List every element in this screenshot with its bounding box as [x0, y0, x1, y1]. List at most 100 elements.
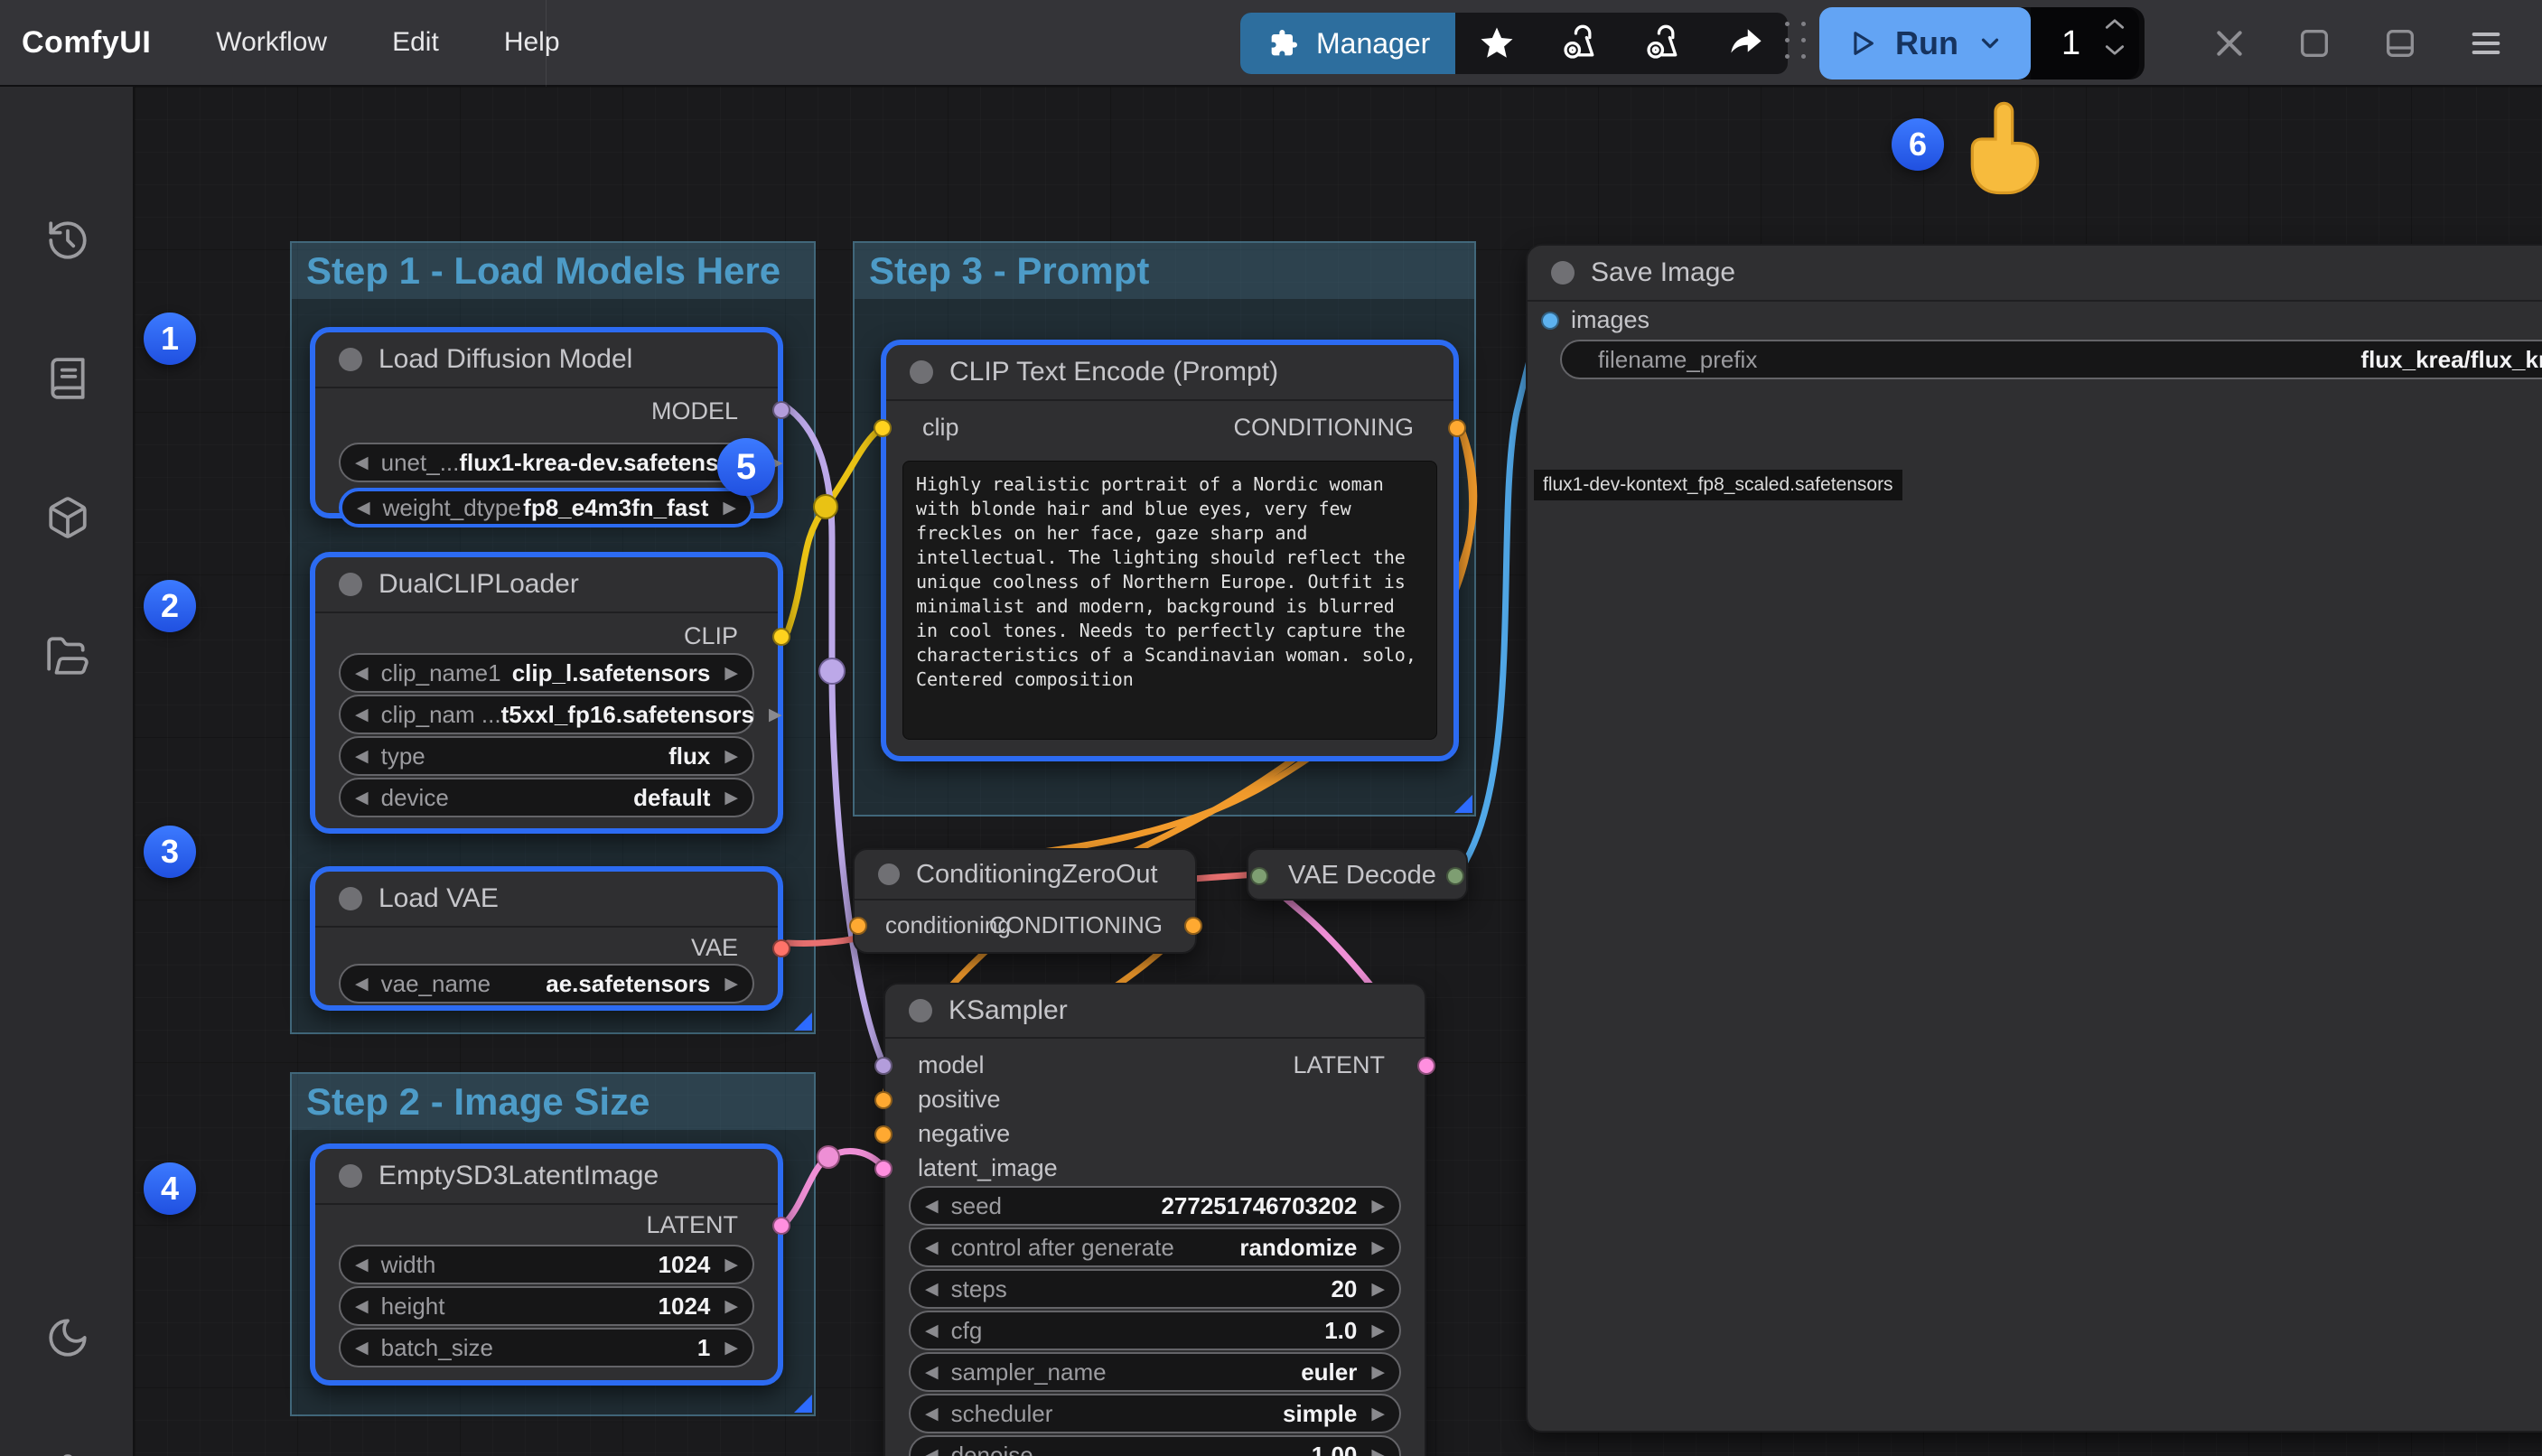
group-step2-header[interactable]: Step 2 - Image Size: [292, 1074, 814, 1130]
increment-arrow-icon[interactable]: ▶: [1371, 1362, 1385, 1383]
input-slot-images[interactable]: [1541, 312, 1559, 330]
decrement-arrow-icon[interactable]: ◀: [357, 498, 370, 518]
widget-seed[interactable]: ◀ seed 277251746703202 ▶: [909, 1186, 1401, 1226]
chevron-down-icon[interactable]: [2103, 43, 2126, 58]
increment-arrow-icon[interactable]: ▶: [723, 498, 736, 518]
decrement-arrow-icon[interactable]: ◀: [925, 1196, 939, 1217]
decrement-arrow-icon[interactable]: ◀: [925, 1279, 939, 1300]
node-save-image[interactable]: Save Image images filename_prefix flux_k…: [1526, 244, 2542, 1433]
sidebar-item-node-library[interactable]: [45, 356, 90, 401]
widget-width[interactable]: ◀ width 1024 ▶: [339, 1245, 754, 1284]
collapse-dot-icon[interactable]: [910, 360, 933, 384]
input-slot-conditioning[interactable]: [849, 917, 867, 935]
clear-workflow-button[interactable]: [1538, 13, 1621, 74]
increment-arrow-icon[interactable]: ▶: [724, 663, 738, 684]
node-title-bar[interactable]: Load Diffusion Model: [315, 332, 778, 388]
collapse-dot-icon[interactable]: [339, 887, 362, 910]
node-conditioning-zero-out[interactable]: ConditioningZeroOut conditioning CONDITI…: [853, 848, 1197, 954]
widget-device[interactable]: ◀ device default ▶: [339, 778, 754, 817]
output-slot-clip[interactable]: [772, 628, 790, 646]
widget-denoise[interactable]: ◀ denoise 1.00 ▶: [909, 1435, 1401, 1456]
node-title-bar[interactable]: ConditioningZeroOut: [855, 850, 1195, 901]
output-slot-conditioning[interactable]: [1184, 917, 1202, 935]
widget-sampler-name[interactable]: ◀ sampler_name euler ▶: [909, 1352, 1401, 1392]
node-clip-text-encode[interactable]: CLIP Text Encode (Prompt) clip CONDITION…: [881, 340, 1459, 761]
node-title-bar[interactable]: Load VAE: [315, 872, 778, 928]
widget-cfg[interactable]: ◀ cfg 1.0 ▶: [909, 1311, 1401, 1350]
output-slot-conditioning[interactable]: [1448, 419, 1466, 437]
increment-arrow-icon[interactable]: ▶: [1371, 1404, 1385, 1424]
menu-help[interactable]: Help: [504, 27, 560, 58]
increment-arrow-icon[interactable]: ▶: [769, 705, 782, 725]
group-step1-header[interactable]: Step 1 - Load Models Here: [292, 243, 814, 299]
share-button[interactable]: [1705, 13, 1788, 74]
decrement-arrow-icon[interactable]: ◀: [355, 1296, 369, 1317]
chevron-up-icon[interactable]: [2103, 16, 2126, 31]
decrement-arrow-icon[interactable]: ◀: [355, 453, 369, 473]
increment-arrow-icon[interactable]: ▶: [1371, 1237, 1385, 1258]
increment-arrow-icon[interactable]: ▶: [1371, 1196, 1385, 1217]
input-slot-model[interactable]: [874, 1057, 893, 1075]
input-slot-latent-image[interactable]: [874, 1160, 893, 1178]
input-slot-positive[interactable]: [874, 1091, 893, 1109]
input-slot-negative[interactable]: [874, 1125, 893, 1143]
widget-scheduler[interactable]: ◀ scheduler simple ▶: [909, 1394, 1401, 1433]
collapse-dot-icon[interactable]: [878, 863, 900, 885]
sidebar-item-settings[interactable]: [45, 1452, 90, 1456]
run-button[interactable]: Run: [1819, 7, 2031, 79]
node-graph-canvas[interactable]: Step 1 - Load Models Here Step 2 - Image…: [135, 87, 2542, 1456]
node-load-diffusion-model[interactable]: Load Diffusion Model MODEL ◀ unet_... fl…: [310, 327, 783, 518]
widget-unet-name[interactable]: ◀ unet_... flux1-krea-dev.safetensors ▶: [339, 443, 754, 482]
node-vae-decode[interactable]: VAE Decode: [1247, 848, 1468, 901]
queue-count-stepper[interactable]: 1: [2031, 7, 2139, 79]
widget-vae-name[interactable]: ◀ vae_name ae.safetensors ▶: [339, 964, 754, 1003]
increment-arrow-icon[interactable]: ▶: [724, 788, 738, 808]
increment-arrow-icon[interactable]: ▶: [724, 1338, 738, 1358]
increment-arrow-icon[interactable]: ▶: [1371, 1445, 1385, 1456]
decrement-arrow-icon[interactable]: ◀: [355, 746, 369, 767]
decrement-arrow-icon[interactable]: ◀: [355, 663, 369, 684]
decrement-arrow-icon[interactable]: ◀: [355, 705, 369, 725]
node-load-vae[interactable]: Load VAE VAE ◀ vae_name ae.safetensors ▶: [310, 866, 783, 1011]
output-slot-latent[interactable]: [1417, 1057, 1435, 1075]
decrement-arrow-icon[interactable]: ◀: [925, 1404, 939, 1424]
toolbar-drag-handle[interactable]: [1785, 22, 1812, 65]
group-resize-handle[interactable]: [794, 1013, 812, 1031]
sidebar-item-history[interactable]: [45, 218, 90, 263]
increment-arrow-icon[interactable]: ▶: [724, 746, 738, 767]
node-title-bar[interactable]: CLIP Text Encode (Prompt): [886, 345, 1453, 401]
favorites-button[interactable]: [1455, 13, 1538, 74]
group-step3-header[interactable]: Step 3 - Prompt: [855, 243, 1474, 299]
collapse-dot-icon[interactable]: [1551, 261, 1575, 285]
node-title-bar[interactable]: DualCLIPLoader: [315, 557, 778, 613]
decrement-arrow-icon[interactable]: ◀: [355, 974, 369, 994]
sidebar-item-theme-toggle[interactable]: [45, 1315, 90, 1360]
sidebar-item-workflows[interactable]: [45, 633, 90, 678]
collapse-dot-icon[interactable]: [339, 573, 362, 596]
focus-mode-button[interactable]: [2293, 22, 2336, 65]
widget-filename-prefix[interactable]: filename_prefix flux_krea/flux_krea: [1560, 340, 2542, 379]
increment-arrow-icon[interactable]: ▶: [1371, 1321, 1385, 1341]
decrement-arrow-icon[interactable]: ◀: [355, 788, 369, 808]
decrement-arrow-icon[interactable]: ◀: [355, 1255, 369, 1275]
increment-arrow-icon[interactable]: ▶: [1371, 1279, 1385, 1300]
prompt-textarea[interactable]: Highly realistic portrait of a Nordic wo…: [902, 461, 1437, 740]
group-resize-handle[interactable]: [794, 1395, 812, 1413]
menu-workflow[interactable]: Workflow: [216, 27, 327, 58]
output-slot-vae[interactable]: [772, 939, 790, 957]
menu-edit[interactable]: Edit: [392, 27, 439, 58]
widget-height[interactable]: ◀ height 1024 ▶: [339, 1286, 754, 1326]
node-dual-clip-loader[interactable]: DualCLIPLoader CLIP ◀ clip_name1 clip_l.…: [310, 552, 783, 834]
input-slot[interactable]: [1250, 867, 1268, 885]
decrement-arrow-icon[interactable]: ◀: [925, 1445, 939, 1456]
chevron-down-icon[interactable]: [1977, 30, 2004, 57]
node-empty-sd3-latent-image[interactable]: EmptySD3LatentImage LATENT ◀ width 1024 …: [310, 1143, 783, 1386]
bottom-panel-toggle-button[interactable]: [2378, 22, 2422, 65]
output-slot-model[interactable]: [772, 401, 790, 419]
decrement-arrow-icon[interactable]: ◀: [355, 1338, 369, 1358]
increment-arrow-icon[interactable]: ▶: [724, 1255, 738, 1275]
cancel-run-button[interactable]: [2208, 22, 2251, 65]
group-resize-handle[interactable]: [1454, 795, 1472, 813]
widget-steps[interactable]: ◀ steps 20 ▶: [909, 1269, 1401, 1309]
input-slot-clip[interactable]: [874, 419, 892, 437]
